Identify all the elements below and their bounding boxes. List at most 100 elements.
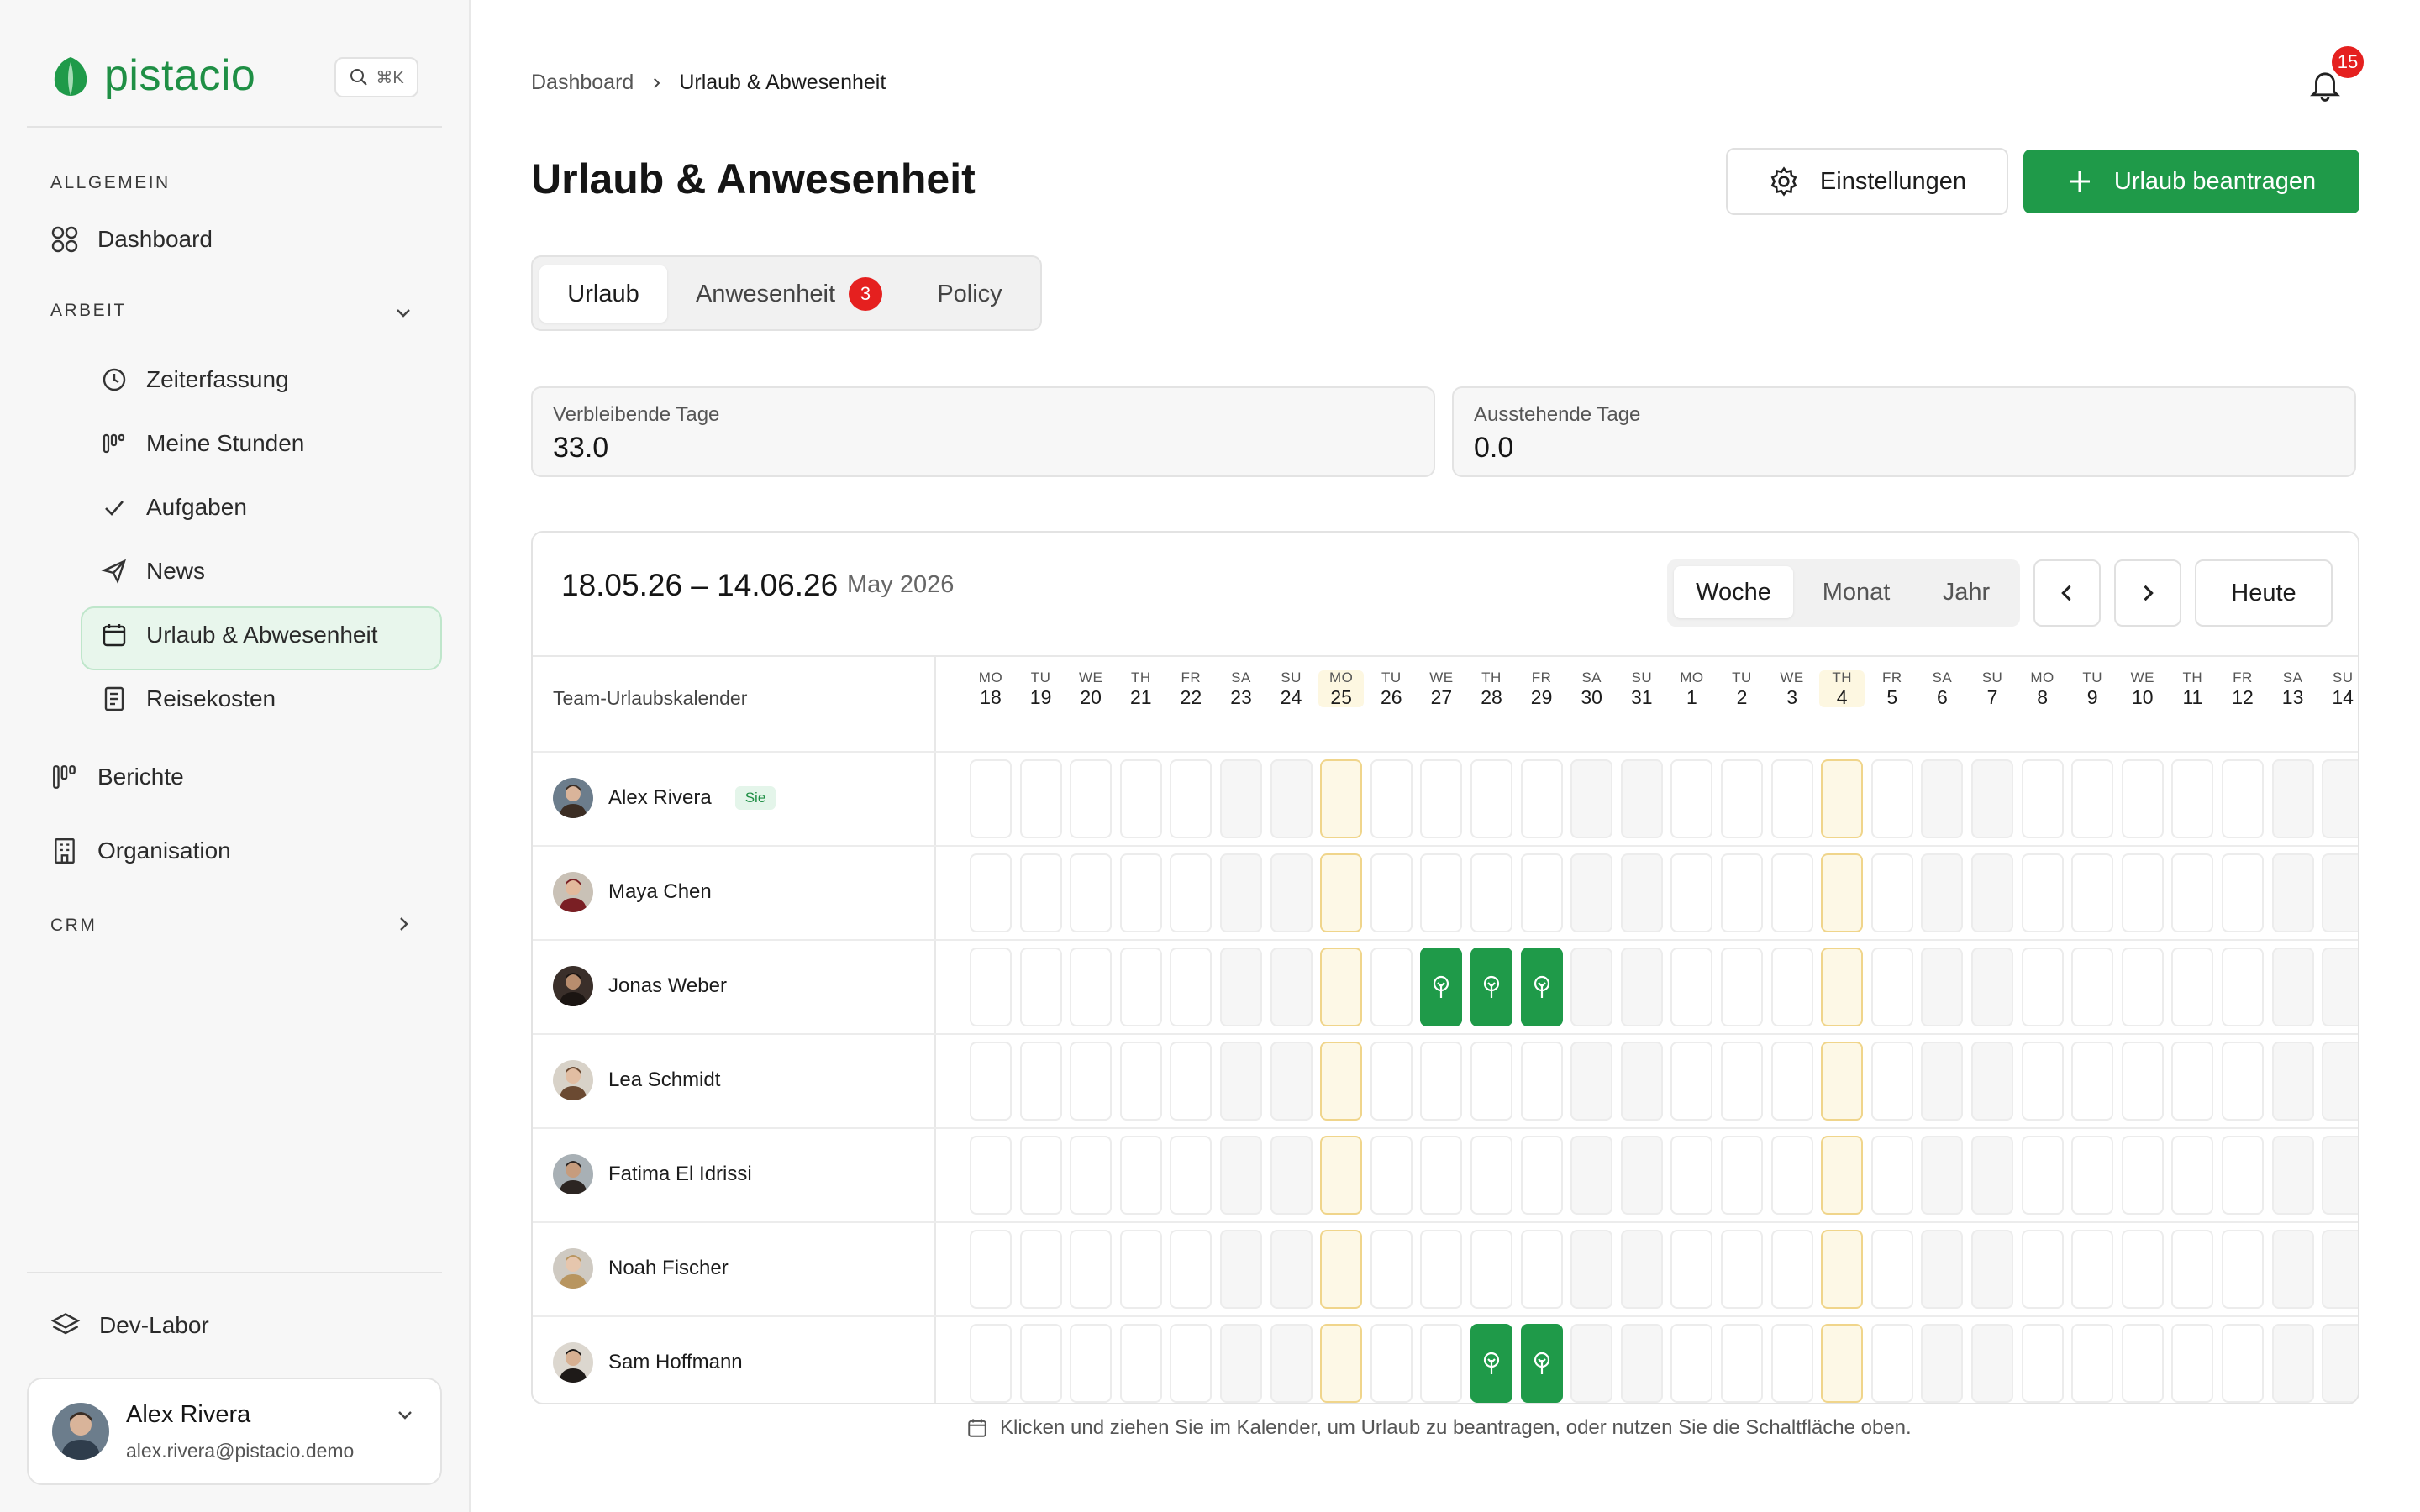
day-cell[interactable]	[2171, 1042, 2214, 1121]
day-cell[interactable]	[2021, 1136, 2064, 1215]
day-cell[interactable]	[2071, 1136, 2114, 1215]
day-cell[interactable]	[2171, 853, 2214, 932]
day-cell[interactable]	[1721, 759, 1763, 838]
day-cell[interactable]	[2071, 1042, 2114, 1121]
day-cell[interactable]	[2121, 1042, 2164, 1121]
day-cell[interactable]	[1019, 948, 1062, 1026]
sidebar-item-meine-stunden[interactable]: Meine Stunden	[101, 430, 304, 457]
day-cell[interactable]	[2322, 1230, 2358, 1309]
day-cell[interactable]	[1620, 853, 1663, 932]
day-cell[interactable]	[2322, 1136, 2358, 1215]
day-cell[interactable]	[1019, 1324, 1062, 1403]
day-cell[interactable]	[1320, 759, 1363, 838]
tab-urlaub[interactable]: Urlaub	[539, 265, 667, 323]
day-cell[interactable]	[1370, 759, 1413, 838]
day-cell[interactable]	[1870, 1136, 1913, 1215]
day-cell[interactable]	[1470, 853, 1512, 932]
day-cell[interactable]	[1870, 1042, 1913, 1121]
day-cell[interactable]	[2121, 1136, 2164, 1215]
sidebar-item-dashboard[interactable]: Dashboard	[50, 225, 213, 254]
day-cell[interactable]	[970, 948, 1012, 1026]
day-cell[interactable]	[2322, 853, 2358, 932]
day-cell[interactable]	[970, 1136, 1012, 1215]
day-cell[interactable]	[2071, 948, 2114, 1026]
day-cell[interactable]	[1270, 853, 1313, 932]
day-cell[interactable]	[1971, 1324, 2013, 1403]
day-cell[interactable]	[1620, 948, 1663, 1026]
day-cell[interactable]	[2121, 948, 2164, 1026]
day-cell[interactable]	[2021, 759, 2064, 838]
team-member[interactable]: Lea Schmidt	[553, 1060, 720, 1100]
day-cell[interactable]	[1971, 853, 2013, 932]
day-cell[interactable]	[970, 1042, 1012, 1121]
day-cell[interactable]	[1070, 853, 1113, 932]
day-cell[interactable]	[1220, 1230, 1262, 1309]
day-cell[interactable]	[1570, 1230, 1613, 1309]
day-cell[interactable]	[1821, 1042, 1864, 1121]
day-cell[interactable]	[1320, 1230, 1363, 1309]
logo[interactable]: pistacio	[49, 50, 255, 101]
day-cell[interactable]	[1770, 759, 1813, 838]
sidebar-item-dev-labor[interactable]: Dev-Labor	[50, 1310, 209, 1341]
day-cell[interactable]	[1470, 1136, 1512, 1215]
day-cell[interactable]	[1870, 1230, 1913, 1309]
day-cell[interactable]	[1070, 1324, 1113, 1403]
day-cell[interactable]	[1070, 1230, 1113, 1309]
day-cell[interactable]	[1019, 1230, 1062, 1309]
day-cell[interactable]	[1921, 948, 1964, 1026]
day-cell[interactable]	[970, 759, 1012, 838]
day-cell[interactable]	[1570, 853, 1613, 932]
day-cell[interactable]	[1921, 1136, 1964, 1215]
day-cell[interactable]	[1821, 1136, 1864, 1215]
day-cell[interactable]	[1170, 1042, 1213, 1121]
day-cell[interactable]	[1620, 1230, 1663, 1309]
day-cell[interactable]	[1170, 1230, 1213, 1309]
view-year[interactable]: Jahr	[1919, 566, 2013, 618]
vacation-cell[interactable]	[1470, 948, 1512, 1026]
team-member[interactable]: Noah Fischer	[553, 1248, 729, 1289]
day-cell[interactable]	[2322, 1042, 2358, 1121]
day-cell[interactable]	[2271, 1324, 2314, 1403]
day-cell[interactable]	[1570, 1324, 1613, 1403]
day-cell[interactable]	[1220, 1136, 1262, 1215]
chevron-down-icon[interactable]	[393, 302, 413, 323]
day-cell[interactable]	[1821, 948, 1864, 1026]
day-cell[interactable]	[1721, 1042, 1763, 1121]
day-cell[interactable]	[1070, 948, 1113, 1026]
day-cell[interactable]	[1971, 1230, 2013, 1309]
day-cell[interactable]	[1070, 759, 1113, 838]
day-cell[interactable]	[2271, 1136, 2314, 1215]
day-cell[interactable]	[2071, 853, 2114, 932]
user-card[interactable]: Alex Rivera alex.rivera@pistacio.demo	[27, 1378, 442, 1485]
search-button[interactable]: ⌘K	[334, 57, 418, 97]
team-member[interactable]: Maya Chen	[553, 872, 712, 912]
day-cell[interactable]	[1119, 759, 1162, 838]
day-cell[interactable]	[1370, 853, 1413, 932]
prev-period-button[interactable]	[2033, 559, 2101, 627]
day-cell[interactable]	[1520, 1042, 1563, 1121]
day-cell[interactable]	[1971, 759, 2013, 838]
day-cell[interactable]	[1070, 1042, 1113, 1121]
request-vacation-button[interactable]: Urlaub beantragen	[2023, 150, 2360, 213]
day-cell[interactable]	[1971, 1042, 2013, 1121]
day-cell[interactable]	[2322, 759, 2358, 838]
sidebar-item-zeiterfassung[interactable]: Zeiterfassung	[101, 366, 289, 393]
day-cell[interactable]	[1170, 853, 1213, 932]
day-cell[interactable]	[2021, 1042, 2064, 1121]
day-cell[interactable]	[1370, 1136, 1413, 1215]
day-cell[interactable]	[2222, 1324, 2264, 1403]
day-cell[interactable]	[1370, 1042, 1413, 1121]
day-cell[interactable]	[1270, 948, 1313, 1026]
sidebar-item-reisekosten[interactable]: Reisekosten	[101, 685, 276, 712]
day-cell[interactable]	[2271, 948, 2314, 1026]
day-cell[interactable]	[1420, 759, 1463, 838]
day-cell[interactable]	[2121, 759, 2164, 838]
day-cell[interactable]	[1721, 853, 1763, 932]
day-cell[interactable]	[1620, 1136, 1663, 1215]
day-cell[interactable]	[2021, 853, 2064, 932]
today-button[interactable]: Heute	[2195, 559, 2333, 627]
sidebar-item-organisation[interactable]: Organisation	[50, 837, 231, 865]
day-cell[interactable]	[1570, 948, 1613, 1026]
day-cell[interactable]	[2222, 1230, 2264, 1309]
day-cell[interactable]	[1119, 853, 1162, 932]
